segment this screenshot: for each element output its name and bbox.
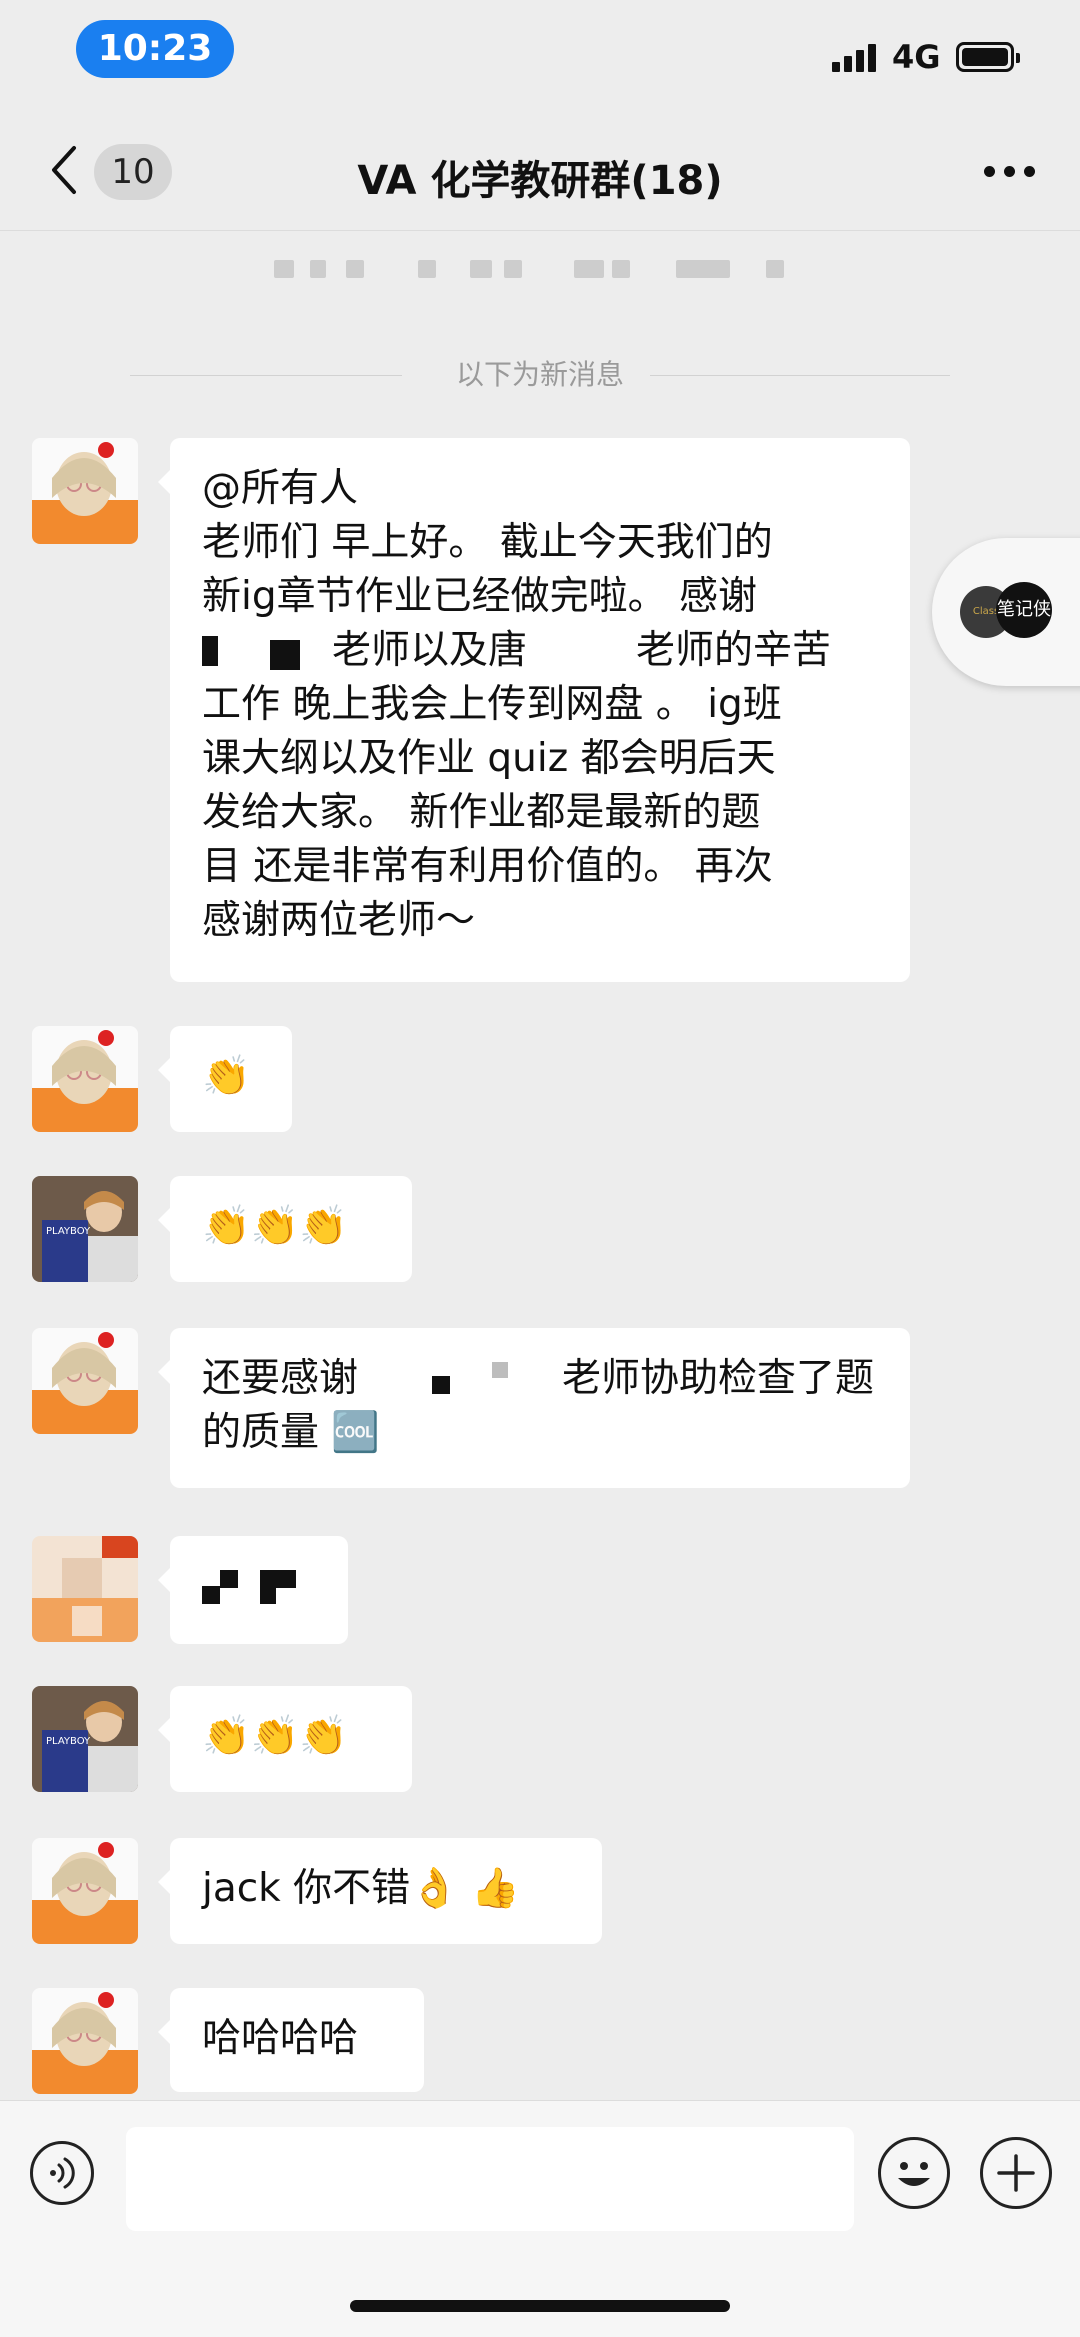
message-bubble[interactable] (158, 1536, 348, 1644)
message-input[interactable] (126, 2127, 854, 2231)
blurred-notice (0, 260, 1080, 278)
avatar[interactable] (32, 1026, 138, 1132)
avatar[interactable]: PLAYBOY (32, 1686, 138, 1792)
message-bubble[interactable]: 还要感谢 老师协助检查了题 的质量 🆒 (158, 1328, 910, 1488)
avatar[interactable]: PLAYBOY (32, 1176, 138, 1282)
avatar[interactable] (32, 438, 138, 544)
battery-icon (956, 42, 1020, 72)
chat-title: VA 化学教研群(18) (357, 158, 723, 204)
voice-icon[interactable] (30, 2141, 94, 2205)
avatar[interactable] (32, 1536, 138, 1642)
floating-widget[interactable]: Class 笔记侠 (932, 538, 1080, 686)
float-logo-2: 笔记侠 (996, 582, 1052, 638)
svg-text:PLAYBOY: PLAYBOY (46, 1736, 91, 1747)
status-time: 10:23 (76, 20, 234, 78)
message-bubble[interactable]: @所有人 老师们 早上好。 截止今天我们的 新ig章节作业已经做完啦。 感谢 老… (158, 438, 910, 982)
more-dots-icon[interactable] (984, 166, 1036, 178)
home-indicator (350, 2300, 730, 2312)
message-bubble[interactable]: 👏👏👏 (158, 1176, 412, 1282)
emoji-icon[interactable] (878, 2137, 950, 2209)
message-bubble[interactable]: jack 你不错👌 👍 (158, 1838, 602, 1944)
avatar[interactable] (32, 1328, 138, 1434)
avatar[interactable] (32, 1988, 138, 2094)
avatar[interactable] (32, 1838, 138, 1944)
svg-text:PLAYBOY: PLAYBOY (46, 1226, 91, 1237)
message-bubble[interactable]: 哈哈哈哈 (158, 1988, 424, 2092)
chat-header: 10 VA 化学教研群(18) (0, 110, 1080, 231)
message-bubble[interactable]: 👏 (158, 1026, 292, 1132)
network-label: 4G (892, 38, 941, 76)
new-messages-divider: 以下为新消息 (130, 355, 950, 395)
status-bar: 10:23 4G (0, 0, 1080, 110)
signal-icon (832, 42, 878, 72)
plus-icon[interactable] (980, 2137, 1052, 2209)
message-bubble[interactable]: 👏👏👏 (158, 1686, 412, 1792)
